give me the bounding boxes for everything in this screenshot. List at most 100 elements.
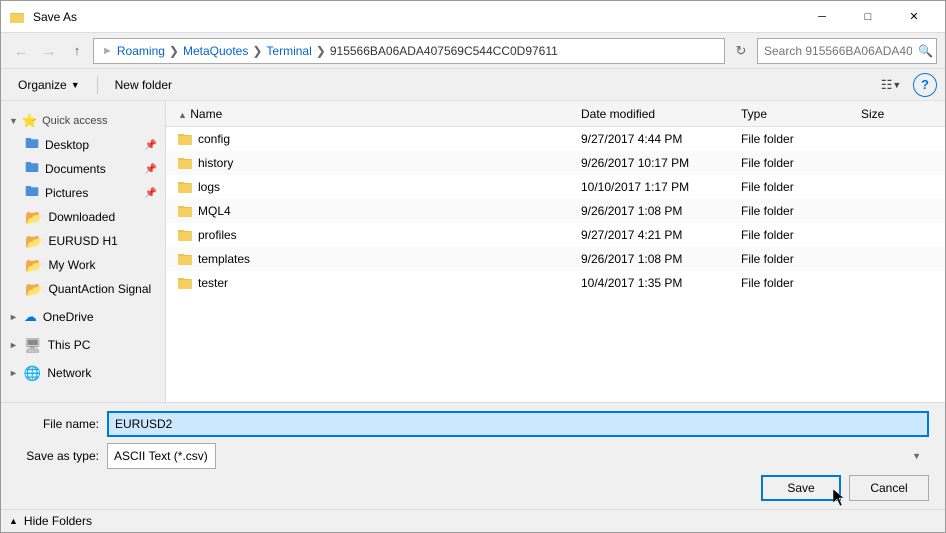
minimize-button[interactable]: ─: [799, 1, 845, 33]
save-button-wrap: Save: [761, 475, 841, 501]
new-folder-label: New folder: [115, 78, 172, 92]
sidebar-item-downloaded[interactable]: 📂 Downloaded: [1, 205, 165, 229]
file-date-1: 9/26/2017 10:17 PM: [581, 156, 689, 170]
file-row-3[interactable]: MQL4 9/26/2017 1:08 PM File folder: [166, 199, 945, 223]
breadcrumb-terminal[interactable]: Terminal: [266, 44, 311, 58]
file-cell-type-4: File folder: [737, 228, 857, 242]
cancel-button[interactable]: Cancel: [849, 475, 929, 501]
view-chevron-icon: ▼: [892, 80, 901, 90]
sidebar-item-desktop[interactable]: 🖿 Desktop 📌: [1, 133, 165, 157]
sidebar-item-pictures[interactable]: 🖿 Pictures 📌: [1, 181, 165, 205]
filetype-select-wrap: ASCII Text (*.csv): [107, 443, 929, 469]
file-type-5: File folder: [741, 252, 794, 266]
sidebar-item-eurusd[interactable]: 📂 EURUSD H1: [1, 229, 165, 253]
main-content: ▼ ⭐ Quick access 🖿 Desktop 📌 🖿 Documents…: [1, 101, 945, 402]
network-chevron-icon: ►: [9, 368, 18, 378]
onedrive-chevron-icon: ►: [9, 312, 18, 322]
breadcrumb-roaming[interactable]: Roaming: [117, 44, 165, 58]
back-button[interactable]: ←: [9, 39, 33, 63]
bottom-area: File name: Save as type: ASCII Text (*.c…: [1, 402, 945, 509]
forward-button[interactable]: →: [37, 39, 61, 63]
desktop-folder-icon: 🖿: [25, 133, 39, 157]
sidebar-item-documents[interactable]: 🖿 Documents 📌: [1, 157, 165, 181]
file-cell-name-1: history: [174, 156, 577, 170]
col-name-header[interactable]: ▲ Name: [174, 107, 577, 121]
file-type-3: File folder: [741, 204, 794, 218]
file-type-2: File folder: [741, 180, 794, 194]
folder-icon-0: [178, 132, 192, 146]
file-row-5[interactable]: templates 9/26/2017 1:08 PM File folder: [166, 247, 945, 271]
sidebar-item-thispc[interactable]: ► 🖥 This PC: [1, 333, 165, 357]
sidebar-item-mywork[interactable]: 📂 My Work: [1, 253, 165, 277]
pictures-folder-icon: 🖿: [25, 181, 39, 205]
search-input[interactable]: [757, 38, 937, 64]
folder-icon-3: [178, 204, 192, 218]
navigation-bar: ← → ↑ ► Roaming ❯ MetaQuotes ❯ Terminal …: [1, 33, 945, 69]
filename-label: File name:: [17, 417, 107, 431]
file-row-2[interactable]: logs 10/10/2017 1:17 PM File folder: [166, 175, 945, 199]
quick-access-header[interactable]: ▼ ⭐ Quick access: [1, 109, 165, 133]
folder-icon-5: [178, 252, 192, 266]
file-type-4: File folder: [741, 228, 794, 242]
file-cell-type-6: File folder: [737, 276, 857, 290]
quick-access-chevron-icon: ▼: [9, 116, 18, 126]
onedrive-cloud-icon: ☁: [24, 309, 37, 325]
file-type-6: File folder: [741, 276, 794, 290]
maximize-button[interactable]: □: [845, 1, 891, 33]
network-icon: 🌐: [24, 365, 41, 382]
organize-label: Organize: [18, 78, 67, 92]
title-bar: Save As ─ □ ✕: [1, 1, 945, 33]
file-rows: config 9/27/2017 4:44 PM File folder his…: [166, 127, 945, 295]
folder-icon-6: [178, 276, 192, 290]
file-date-3: 9/26/2017 1:08 PM: [581, 204, 682, 218]
thispc-section: ► 🖥 This PC: [1, 333, 165, 357]
save-button[interactable]: Save: [761, 475, 841, 501]
view-button[interactable]: ☷ ▼: [877, 73, 905, 97]
file-name-0: config: [198, 132, 230, 146]
folder-icon-4: [178, 228, 192, 242]
file-row-0[interactable]: config 9/27/2017 4:44 PM File folder: [166, 127, 945, 151]
thispc-chevron-icon: ►: [9, 340, 18, 350]
col-date-header[interactable]: Date modified: [577, 107, 737, 121]
refresh-button[interactable]: ↻: [729, 39, 753, 63]
filename-input[interactable]: [107, 411, 929, 437]
hide-folders-row[interactable]: ▲ Hide Folders: [1, 509, 945, 532]
file-list-header: ▲ Name Date modified Type Size: [166, 101, 945, 127]
col-date-label: Date modified: [581, 107, 655, 121]
onedrive-section: ► ☁ OneDrive: [1, 305, 165, 329]
file-list-container: ▲ Name Date modified Type Size: [166, 101, 945, 402]
file-cell-date-6: 10/4/2017 1:35 PM: [577, 276, 737, 290]
breadcrumb-metaquotes[interactable]: MetaQuotes: [183, 44, 248, 58]
file-cell-type-5: File folder: [737, 252, 857, 266]
search-button[interactable]: 🔍: [918, 44, 933, 58]
breadcrumb-bar: ► Roaming ❯ MetaQuotes ❯ Terminal ❯ 9155…: [93, 38, 725, 64]
sidebar-item-downloaded-label: Downloaded: [48, 210, 115, 224]
sidebar-item-mywork-label: My Work: [48, 258, 95, 272]
close-button[interactable]: ✕: [891, 1, 937, 33]
new-folder-button[interactable]: New folder: [106, 73, 181, 97]
file-row-6[interactable]: tester 10/4/2017 1:35 PM File folder: [166, 271, 945, 295]
breadcrumb-current: 915566BA06ADA407569C544CC0D97611: [330, 44, 558, 58]
col-size-header[interactable]: Size: [857, 107, 937, 121]
file-cell-type-1: File folder: [737, 156, 857, 170]
help-button[interactable]: ?: [913, 73, 937, 97]
quantaction-folder-icon: 📂: [25, 281, 42, 298]
file-name-3: MQL4: [198, 204, 231, 218]
file-row-1[interactable]: history 9/26/2017 10:17 PM File folder: [166, 151, 945, 175]
sidebar-item-pictures-label: Pictures: [45, 186, 88, 200]
up-button[interactable]: ↑: [65, 39, 89, 63]
col-type-header[interactable]: Type: [737, 107, 857, 121]
pin-icon-pics: 📌: [145, 188, 157, 199]
sidebar-item-network[interactable]: ► 🌐 Network: [1, 361, 165, 385]
sidebar-item-quantaction[interactable]: 📂 QuantAction Signal: [1, 277, 165, 301]
file-row-4[interactable]: profiles 9/27/2017 4:21 PM File folder: [166, 223, 945, 247]
sidebar-item-onedrive[interactable]: ► ☁ OneDrive: [1, 305, 165, 329]
organize-button[interactable]: Organize ▼: [9, 73, 89, 97]
filename-row: File name:: [17, 411, 929, 437]
file-cell-date-4: 9/27/2017 4:21 PM: [577, 228, 737, 242]
filetype-select[interactable]: ASCII Text (*.csv): [107, 443, 216, 469]
file-cell-date-2: 10/10/2017 1:17 PM: [577, 180, 737, 194]
filetype-label: Save as type:: [17, 449, 107, 463]
file-cell-date-3: 9/26/2017 1:08 PM: [577, 204, 737, 218]
col-size-label: Size: [861, 107, 884, 121]
